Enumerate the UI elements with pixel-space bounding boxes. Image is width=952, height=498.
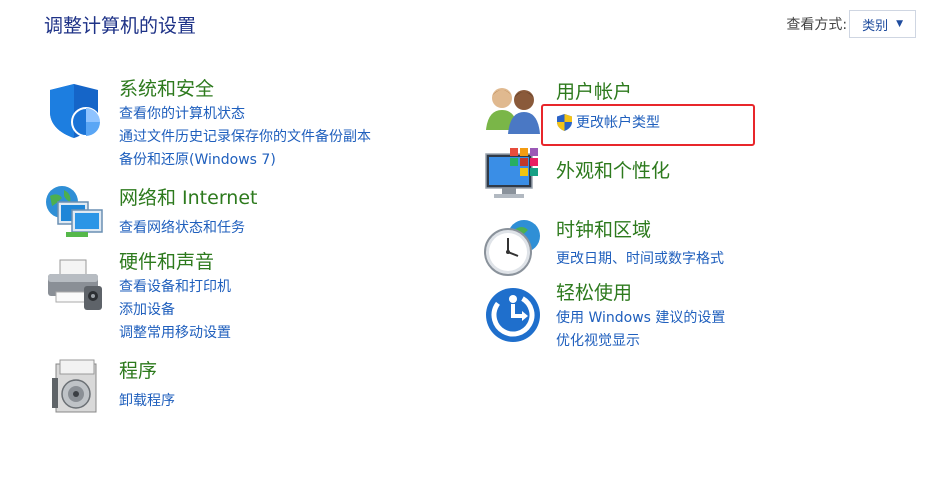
link-backup-restore[interactable]: 备份和还原(Windows 7) [119,150,276,170]
view-by: 查看方式: 类别 ▼ [786,10,916,38]
link-uninstall-program[interactable]: 卸载程序 [119,391,175,411]
programs-disc-icon[interactable] [50,358,104,420]
category-programs[interactable]: 程序 [119,359,157,383]
clock-globe-icon[interactable] [482,218,546,282]
shield-icon[interactable] [46,82,104,144]
link-optimize-visual-display[interactable]: 优化视觉显示 [556,331,640,351]
monitor-colors-icon[interactable] [484,146,546,210]
link-file-history-backup[interactable]: 通过文件历史记录保存你的文件备份副本 [119,127,371,147]
printer-icon[interactable] [44,258,106,316]
category-clock-region[interactable]: 时钟和区域 [556,218,651,242]
category-appearance-personalization[interactable]: 外观和个性化 [556,159,670,183]
category-network-internet[interactable]: 网络和 Internet [119,186,257,210]
category-system-security[interactable]: 系统和安全 [119,77,214,101]
link-add-device[interactable]: 添加设备 [119,300,175,320]
category-ease-of-access[interactable]: 轻松使用 [556,281,632,305]
link-change-account-type[interactable]: 更改帐户类型 [576,113,660,133]
category-hardware-sound[interactable]: 硬件和声音 [119,250,214,274]
view-by-value: 类别 [862,18,889,34]
users-icon[interactable] [484,84,544,140]
link-devices-printers[interactable]: 查看设备和打印机 [119,277,231,297]
uac-shield-icon [555,113,574,136]
category-user-accounts[interactable]: 用户帐户 [556,80,632,104]
link-mobility-settings[interactable]: 调整常用移动设置 [119,323,231,343]
view-by-label: 查看方式: [786,17,848,33]
page-title: 调整计算机的设置 [44,15,197,37]
view-by-dropdown[interactable]: 类别 ▼ [849,10,916,38]
link-change-date-time-format[interactable]: 更改日期、时间或数字格式 [556,249,724,269]
link-network-status[interactable]: 查看网络状态和任务 [119,218,245,238]
ease-of-access-icon[interactable] [484,286,542,348]
network-globe-icon[interactable] [44,184,106,246]
link-windows-suggested-settings[interactable]: 使用 Windows 建议的设置 [556,308,725,328]
link-view-computer-status[interactable]: 查看你的计算机状态 [119,104,245,124]
chevron-down-icon: ▼ [896,19,903,29]
